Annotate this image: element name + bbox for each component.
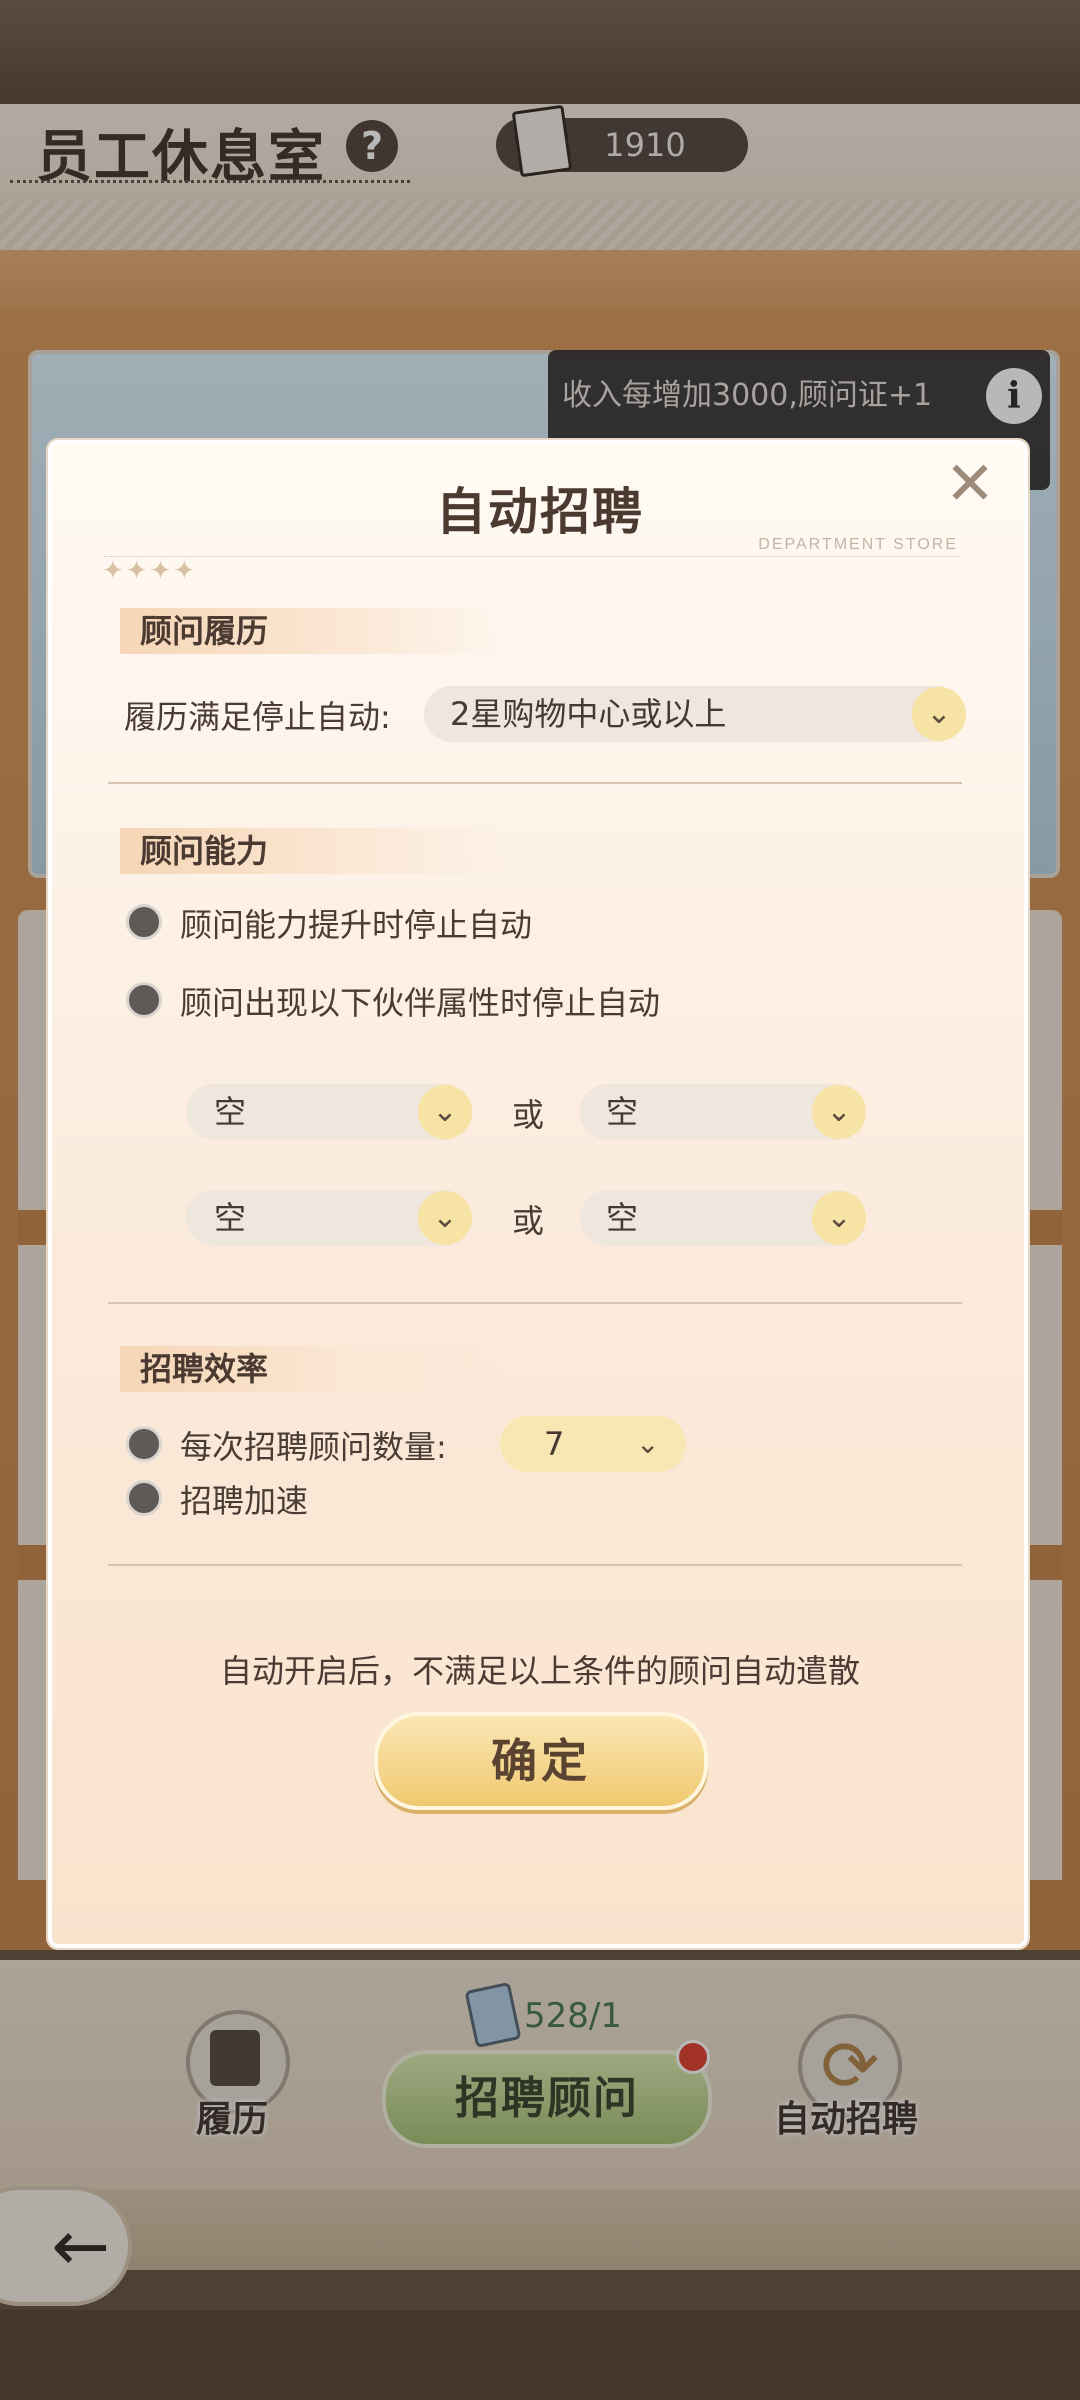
partner-slot-4-value: 空 [606, 1199, 639, 1237]
or-label: 或 [512, 1202, 545, 1240]
chevron-down-icon[interactable]: ⌄ [812, 1085, 866, 1139]
speedup-radio[interactable] [126, 1480, 162, 1516]
title-divider [104, 556, 960, 557]
chevron-down-icon[interactable]: ⌄ [418, 1191, 472, 1245]
partner-slot-3-value: 空 [214, 1199, 247, 1237]
close-icon[interactable]: ✕ [938, 452, 1002, 516]
partner-slot-1-value: 空 [214, 1093, 247, 1131]
recruit-count-value: 7 [544, 1425, 565, 1463]
divider [108, 1564, 962, 1566]
chevron-down-icon[interactable]: ⌄ [418, 1085, 472, 1139]
divider [108, 782, 962, 784]
divider [108, 1302, 962, 1304]
resume-stop-label: 履历满足停止自动: [124, 698, 391, 736]
speedup-label: 招聘加速 [180, 1482, 309, 1520]
dismiss-note: 自动开启后，不满足以上条件的顾问自动遣散 [219, 1652, 860, 1690]
chevron-down-icon[interactable]: ⌄ [812, 1191, 866, 1245]
dialog-title: 自动招聘 [436, 483, 644, 541]
recruit-count-label: 每次招聘顾问数量: [180, 1428, 447, 1466]
or-label: 或 [512, 1096, 545, 1134]
stop-on-partner-radio[interactable] [126, 982, 162, 1018]
partner-slot-2-value: 空 [606, 1093, 639, 1131]
section-resume-heading: 顾问履历 [120, 608, 510, 654]
recruit-count-radio[interactable] [126, 1426, 162, 1462]
section-efficiency-heading: 招聘效率 [120, 1346, 510, 1392]
stop-on-partner-label: 顾问出现以下伙伴属性时停止自动 [180, 984, 661, 1022]
confirm-button[interactable]: 确定 [374, 1712, 708, 1810]
stop-on-ability-radio[interactable] [126, 904, 162, 940]
sparkle-icon: ✦✦✦✦ [102, 556, 198, 586]
stop-on-ability-label: 顾问能力提升时停止自动 [180, 906, 533, 944]
section-ability-heading: 顾问能力 [120, 828, 510, 874]
resume-stop-value: 2星购物中心或以上 [450, 695, 727, 733]
chevron-down-icon[interactable]: ⌄ [636, 1416, 659, 1472]
dialog-subtitle: DEPARTMENT STORE [758, 536, 958, 553]
chevron-down-icon[interactable]: ⌄ [912, 687, 966, 741]
